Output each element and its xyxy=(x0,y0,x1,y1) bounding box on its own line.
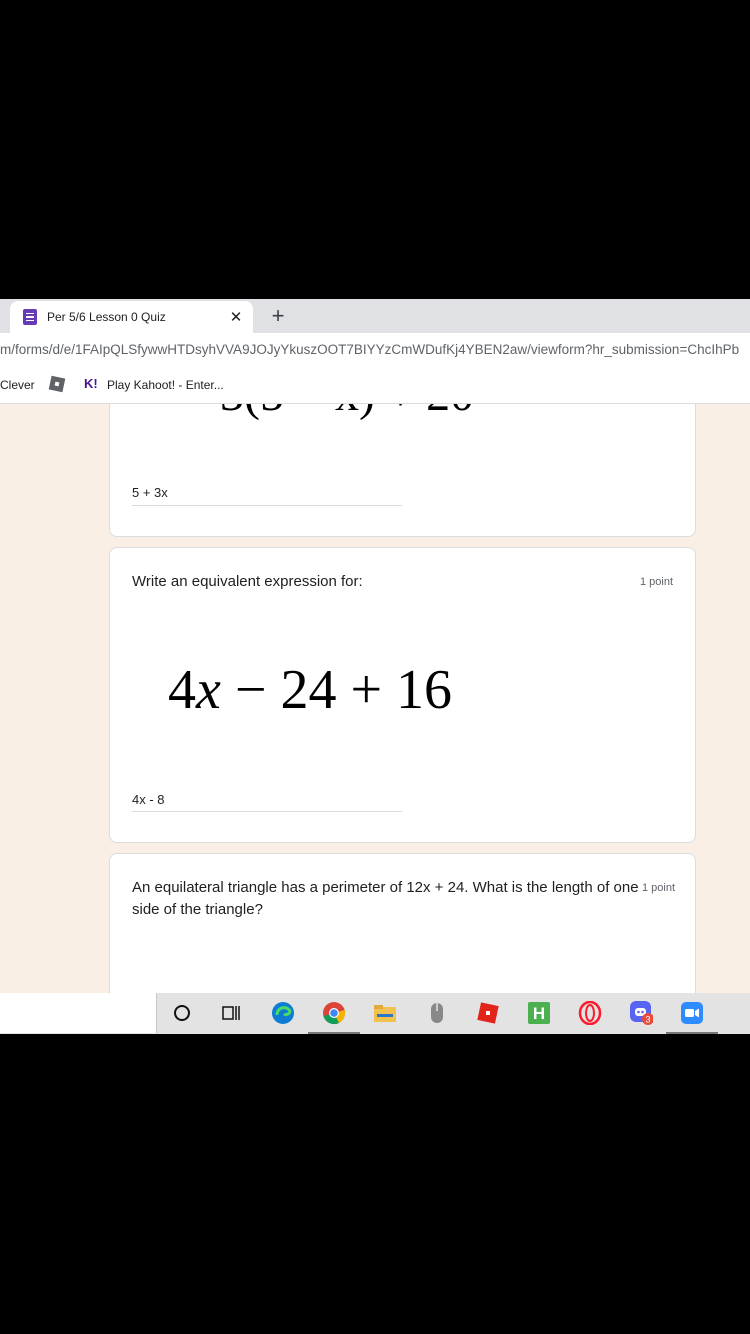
question-card-1: 3(5 − x) + 20 5 + 3x xyxy=(109,404,696,537)
answer-underline xyxy=(132,505,402,506)
bookmarks-bar: Clever K! Play Kahoot! - Enter... xyxy=(0,369,750,404)
chrome-icon[interactable] xyxy=(308,1001,360,1034)
tab-forms-quiz[interactable]: Per 5/6 Lesson 0 Quiz ✕ xyxy=(10,301,253,333)
question-3-line-1: An equilateral triangle has a perimeter … xyxy=(132,879,639,896)
roblox-icon[interactable] xyxy=(476,1001,500,1025)
google-forms-icon xyxy=(23,309,37,325)
new-tab-button[interactable]: + xyxy=(265,303,291,329)
expr-coef: 4 xyxy=(168,659,196,721)
svg-text:H: H xyxy=(533,1004,545,1023)
tab-title: Per 5/6 Lesson 0 Quiz xyxy=(47,310,166,324)
address-bar[interactable]: m/forms/d/e/1FAIpQLSfywwHTDsyhVVA9JOJyYk… xyxy=(0,333,750,370)
h-app-icon[interactable]: H xyxy=(527,1001,551,1025)
question-3-line-2: side of the triangle? xyxy=(132,901,263,918)
zoom-icon[interactable] xyxy=(666,1001,718,1034)
tab-strip: Per 5/6 Lesson 0 Quiz ✕ + xyxy=(0,299,750,333)
kahoot-icon[interactable]: K! xyxy=(84,376,98,391)
answer-text-1[interactable]: 5 + 3x xyxy=(132,485,168,500)
question-3-text: An equilateral triangle has a perimeter … xyxy=(132,877,639,921)
opera-icon[interactable] xyxy=(578,1001,602,1025)
browser-screen: Per 5/6 Lesson 0 Quiz ✕ + m/forms/d/e/1F… xyxy=(0,299,750,1034)
question2-expression-image: 4x − 24 + 16 xyxy=(168,658,452,722)
question-card-3: An equilateral triangle has a perimeter … xyxy=(109,853,696,994)
close-tab-icon[interactable]: ✕ xyxy=(227,308,245,326)
question-2-text: Write an equivalent expression for: xyxy=(132,573,363,590)
discord-badge: 3 xyxy=(645,1015,650,1025)
question1-expression-image: 3(5 − x) + 20 xyxy=(220,404,474,422)
url-text[interactable]: m/forms/d/e/1FAIpQLSfywwHTDsyhVVA9JOJyYk… xyxy=(0,342,739,357)
question-card-2: Write an equivalent expression for: 1 po… xyxy=(109,547,696,843)
cortana-circle-icon[interactable] xyxy=(170,1001,194,1025)
bookmark-kahoot[interactable]: Play Kahoot! - Enter... xyxy=(107,378,224,392)
file-explorer-icon[interactable] xyxy=(373,1001,397,1025)
edge-icon[interactable] xyxy=(271,1001,295,1025)
mouse-icon[interactable] xyxy=(425,1001,449,1025)
bookmark-clever[interactable]: Clever xyxy=(0,378,35,392)
windows-taskbar: H 3 xyxy=(0,993,750,1034)
discord-icon[interactable]: 3 xyxy=(629,1001,653,1025)
taskbar-search-box[interactable] xyxy=(0,993,157,1033)
answer-underline xyxy=(132,811,402,812)
answer-text-2[interactable]: 4x - 8 xyxy=(132,792,165,807)
expr-var: x xyxy=(196,659,221,721)
points-label: 1 point xyxy=(641,882,675,894)
task-view-icon[interactable] xyxy=(219,1001,243,1025)
form-content: 3(5 − x) + 20 5 + 3x Write an equivalent… xyxy=(0,404,750,994)
roblox-bookmark-icon[interactable] xyxy=(48,375,66,393)
expr-rest: − 24 + 16 xyxy=(220,659,453,721)
points-label: 1 point xyxy=(639,576,673,588)
